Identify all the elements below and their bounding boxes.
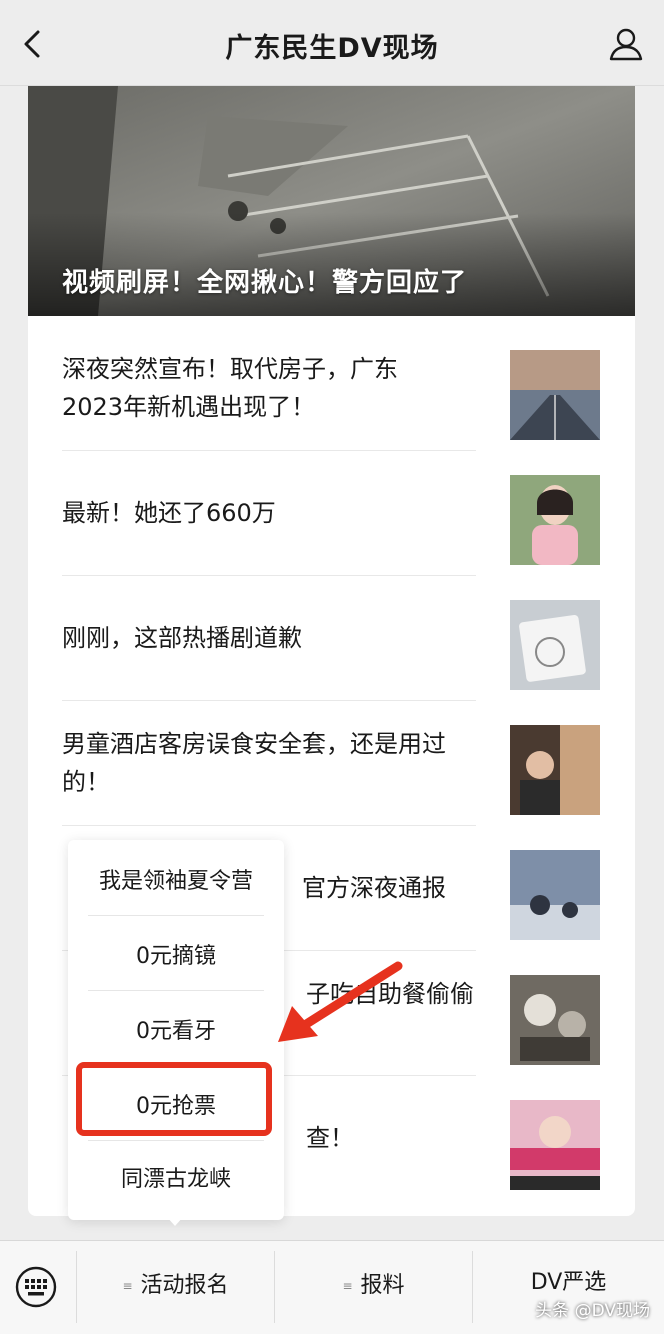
divider — [88, 1140, 264, 1141]
person-icon[interactable] — [608, 26, 644, 62]
article-thumbnail — [510, 975, 600, 1065]
article-thumbnail — [510, 1100, 600, 1190]
menu-item-free-dental[interactable]: 0元看牙 — [68, 994, 284, 1069]
divider — [88, 990, 264, 991]
menu-item-free-eye-surgery[interactable]: 0元摘镜 — [68, 919, 284, 994]
hero-title: 视频刷屏！全网揪心！警方回应了 — [62, 268, 468, 298]
menu-item-summer-camp[interactable]: 我是领袖夏令营 — [68, 844, 284, 919]
article-thumbnail — [510, 475, 600, 565]
article-thumbnail — [510, 350, 600, 440]
highlight-box — [76, 1062, 272, 1136]
red-arrow-icon — [278, 961, 403, 1042]
tab-label: 活动报名 — [140, 1273, 229, 1298]
article-title: 刚刚，这部热播剧道歉 — [62, 624, 302, 652]
article-thumbnail — [510, 725, 600, 815]
tab-report[interactable]: ≡ 报料 — [275, 1241, 472, 1334]
tab-activity-signup[interactable]: ≡ 活动报名 — [77, 1241, 274, 1334]
page-title: 广东民生DV现场 — [225, 33, 439, 64]
list-item[interactable]: 深夜突然宣布！取代房子，广东2023年新机遇出现了！ — [62, 326, 602, 451]
activity-popup-menu: 我是领袖夏令营 0元摘镜 0元看牙 0元抢票 同漂古龙峡 — [68, 840, 284, 1220]
article-title: 深夜突然宣布！取代房子，广东2023年新机遇出现了！ — [62, 355, 398, 421]
article-title: 官方深夜通报 — [302, 874, 446, 902]
keyboard-icon[interactable] — [14, 1265, 58, 1309]
popup-pointer — [166, 1216, 184, 1226]
article-title: 最新！她还了660万 — [62, 499, 276, 527]
divider — [88, 915, 264, 916]
article-thumbnail — [510, 850, 600, 940]
tab-label: DV严选 — [530, 1270, 607, 1295]
list-item[interactable]: 最新！她还了660万 — [62, 451, 602, 576]
watermark: 头条 @DV现场 — [535, 1301, 650, 1321]
list-item[interactable]: 男童酒店客房误食安全套，还是用过的！ — [62, 701, 602, 826]
nav-bar: 广东民生DV现场 — [0, 0, 664, 86]
menu-icon: ≡ — [122, 1279, 133, 1293]
article-title: 男童酒店客房误食安全套，还是用过的！ — [62, 730, 446, 796]
tab-label: 报料 — [360, 1273, 405, 1298]
hero-article[interactable]: 视频刷屏！全网揪心！警方回应了 — [28, 86, 635, 316]
list-item[interactable]: 刚刚，这部热播剧道歉 — [62, 576, 602, 701]
menu-icon: ≡ — [342, 1279, 353, 1293]
article-title: 查！ — [306, 1124, 354, 1152]
menu-item-rafting[interactable]: 同漂古龙峡 — [68, 1142, 284, 1217]
article-thumbnail — [510, 600, 600, 690]
